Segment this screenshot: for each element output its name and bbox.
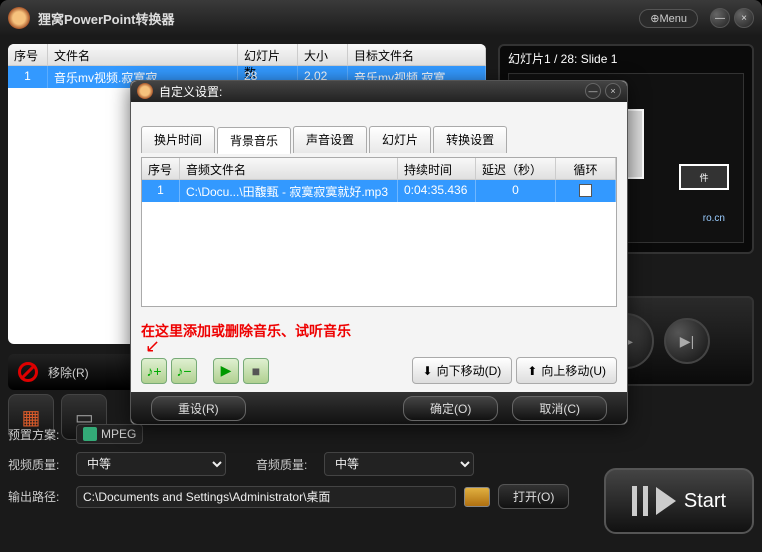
cancel-button[interactable]: 取消(C) <box>512 396 607 421</box>
cell-seq: 1 <box>8 66 48 88</box>
audio-table: 序号 音频文件名 持续时间 延迟（秒） 循环 1 C:\Docu...\田馥甄 … <box>141 157 617 307</box>
arrow-down-icon: ⬇ <box>423 364 433 378</box>
audio-row[interactable]: 1 C:\Docu...\田馥甄 - 寂寞寂寞就好.mp3 0:04:35.43… <box>142 180 616 202</box>
preset-icon <box>83 427 97 441</box>
video-quality-label: 视频质量: <box>8 456 68 473</box>
dialog-logo-icon <box>137 83 153 99</box>
col-size[interactable]: 大小 <box>298 44 348 65</box>
dialog-close-button[interactable]: × <box>605 83 621 99</box>
dialog-tabs: 换片时间 背景音乐 声音设置 幻灯片 转换设置 <box>141 126 617 153</box>
watermark: ro.cn <box>703 213 725 224</box>
add-music-button[interactable]: ♪+ <box>141 358 167 384</box>
preview-play-button[interactable]: ▶ <box>213 358 239 384</box>
open-button[interactable]: 打开(O) <box>498 484 569 509</box>
preset-select[interactable]: MPEG <box>76 424 143 444</box>
col-filename[interactable]: 文件名 <box>48 44 238 65</box>
tab-bgmusic[interactable]: 背景音乐 <box>217 127 291 154</box>
acol-file[interactable]: 音频文件名 <box>180 158 398 179</box>
play-arrow-icon <box>656 487 676 515</box>
main-titlebar: 狸窝PowerPoint转换器 ⊕Menu — × <box>0 0 762 36</box>
browse-button[interactable] <box>464 487 490 507</box>
app-title: 狸窝PowerPoint转换器 <box>38 9 639 28</box>
tab-convert[interactable]: 转换设置 <box>433 126 507 153</box>
output-path-input[interactable] <box>76 486 456 508</box>
slide-thumb-badge: 件 <box>679 164 729 190</box>
audio-quality-select[interactable]: 中等 <box>324 452 474 476</box>
dialog-title-text: 自定义设置: <box>159 83 222 100</box>
preset-value: MPEG <box>101 427 136 441</box>
move-up-button[interactable]: ⬆向上移动(U) <box>516 357 617 384</box>
acol-duration[interactable]: 持续时间 <box>398 158 476 179</box>
minimize-button[interactable]: — <box>710 8 730 28</box>
dialog-body: 换片时间 背景音乐 声音设置 幻灯片 转换设置 序号 音频文件名 持续时间 延迟… <box>131 102 627 393</box>
preset-label: 预置方案: <box>8 426 68 443</box>
tab-timing[interactable]: 换片时间 <box>141 126 215 153</box>
next-button[interactable]: ▶| <box>664 318 710 364</box>
col-target[interactable]: 目标文件名 <box>348 44 486 65</box>
acol-seq[interactable]: 序号 <box>142 158 180 179</box>
start-label: Start <box>684 490 726 513</box>
remove-label: 移除(R) <box>48 364 89 381</box>
loop-checkbox[interactable] <box>579 184 592 197</box>
output-label: 输出路径: <box>8 488 68 505</box>
acell-loop <box>556 180 616 202</box>
file-table-header: 序号 文件名 幻灯片数 大小 目标文件名 <box>8 44 486 66</box>
reset-button[interactable]: 重设(R) <box>151 396 246 421</box>
annotation-arrow-icon: ↙ <box>145 341 617 352</box>
acell-file: C:\Docu...\田馥甄 - 寂寞寂寞就好.mp3 <box>180 180 398 202</box>
dialog-footer: 重设(R) 确定(O) 取消(C) <box>131 392 627 424</box>
acell-duration: 0:04:35.436 <box>398 180 476 202</box>
dialog-toolbar: ♪+ ♪− ▶ ■ ⬇向下移动(D) ⬆向上移动(U) <box>141 357 617 384</box>
move-down-button[interactable]: ⬇向下移动(D) <box>412 357 513 384</box>
acell-delay: 0 <box>476 180 556 202</box>
acol-loop[interactable]: 循环 <box>556 158 616 179</box>
remove-icon <box>18 362 38 382</box>
audio-quality-label: 音频质量: <box>256 456 316 473</box>
col-slides[interactable]: 幻灯片数 <box>238 44 298 65</box>
pause-icon <box>632 486 648 516</box>
video-quality-select[interactable]: 中等 <box>76 452 226 476</box>
arrow-up-icon: ⬆ <box>527 364 537 378</box>
preview-label: 幻灯片1 / 28: Slide 1 <box>508 50 744 67</box>
acell-seq: 1 <box>142 180 180 202</box>
preview-stop-button[interactable]: ■ <box>243 358 269 384</box>
start-button[interactable]: Start <box>604 468 754 534</box>
menu-button[interactable]: ⊕Menu <box>639 9 698 28</box>
app-logo-icon <box>8 7 30 29</box>
col-seq[interactable]: 序号 <box>8 44 48 65</box>
acol-delay[interactable]: 延迟（秒） <box>476 158 556 179</box>
annotation-text: 在这里添加或删除音乐、试听音乐 <box>141 321 617 341</box>
tab-sound[interactable]: 声音设置 <box>293 126 367 153</box>
audio-table-header: 序号 音频文件名 持续时间 延迟（秒） 循环 <box>142 158 616 180</box>
close-button[interactable]: × <box>734 8 754 28</box>
dialog-minimize-button[interactable]: — <box>585 83 601 99</box>
remove-music-button[interactable]: ♪− <box>171 358 197 384</box>
dialog-titlebar: 自定义设置: — × <box>131 81 627 102</box>
ok-button[interactable]: 确定(O) <box>403 396 498 421</box>
tab-slides[interactable]: 幻灯片 <box>369 126 431 153</box>
custom-settings-dialog: 自定义设置: — × 换片时间 背景音乐 声音设置 幻灯片 转换设置 序号 音频… <box>130 80 628 425</box>
